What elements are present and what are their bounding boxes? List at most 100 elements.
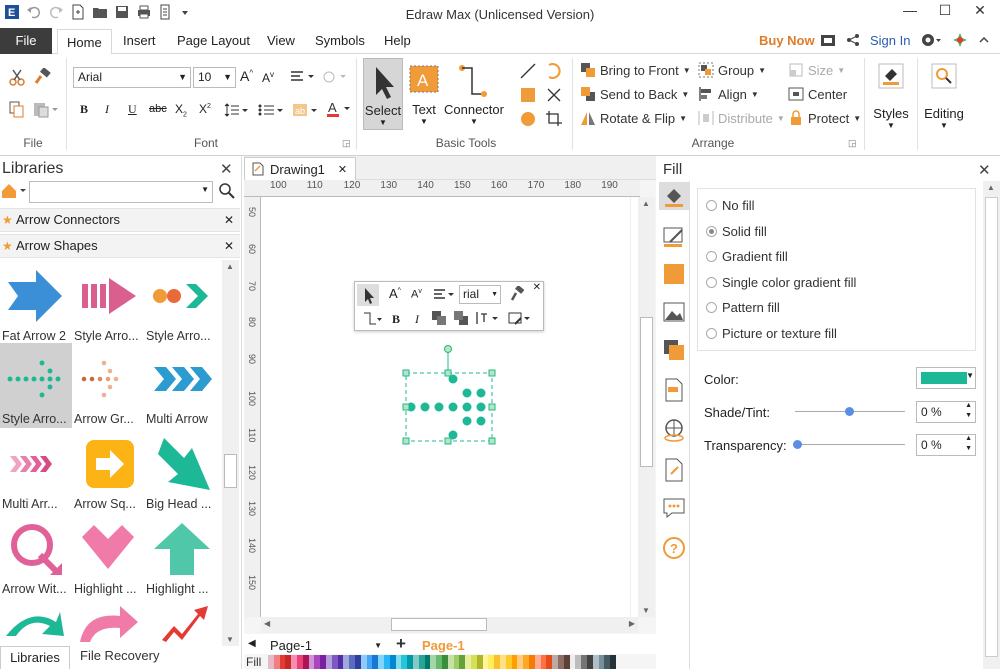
library-search-input[interactable]: ▼	[29, 181, 213, 203]
strikethrough-button[interactable]: abc	[149, 103, 167, 115]
rotate-flip-button[interactable]: Rotate & Flip ▼	[580, 110, 687, 126]
sign-in-link[interactable]: Sign In	[870, 33, 910, 48]
page-tab-page-1[interactable]: Page-1	[422, 638, 465, 653]
format-painter-icon[interactable]	[33, 68, 51, 86]
radio-button[interactable]	[706, 225, 717, 237]
radio-button[interactable]	[706, 200, 717, 211]
color-picker[interactable]: ▼	[916, 367, 976, 389]
tab-symbols[interactable]: Symbols	[308, 28, 372, 54]
share-icon[interactable]	[846, 33, 860, 47]
search-icon[interactable]	[219, 183, 235, 199]
radio-button[interactable]	[706, 302, 717, 313]
line-tab-icon[interactable]	[662, 224, 686, 248]
library-category-arrow-connectors[interactable]: ★ Arrow Connectors ✕	[0, 208, 240, 232]
float-text-position-icon[interactable]	[475, 310, 501, 326]
clear-format-icon[interactable]	[322, 70, 348, 84]
protect-button[interactable]: Protect ▼	[788, 110, 861, 126]
cart-icon[interactable]	[820, 33, 836, 47]
cut-icon[interactable]	[8, 68, 26, 86]
shape-style-arrow-2[interactable]: Style Arro...	[144, 260, 216, 345]
close-libraries-icon[interactable]: ✕	[220, 160, 233, 178]
bold-button[interactable]: B	[80, 102, 88, 117]
hyperlink-tab-icon[interactable]	[662, 418, 686, 442]
float-shrink-font-icon[interactable]: Av	[411, 288, 422, 301]
fill-tab-icon[interactable]	[659, 182, 689, 210]
page-properties-tab-icon[interactable]	[663, 378, 685, 402]
shape-curved-arrow-partial[interactable]	[0, 598, 72, 640]
fill-option-single-color-gradient-fill[interactable]: Single color gradient fill	[706, 275, 856, 290]
help-tab-icon[interactable]: ?	[662, 536, 686, 560]
library-category-arrow-shapes[interactable]: ★ Arrow Shapes ✕	[0, 234, 240, 258]
styles-button[interactable]: Styles ▼	[868, 60, 914, 140]
float-grow-font-icon[interactable]: A^	[389, 286, 401, 301]
shape-highlight-arrow-2[interactable]: Highlight ...	[144, 513, 216, 598]
scroll-up-icon[interactable]: ▲	[987, 183, 995, 192]
tab-insert[interactable]: Insert	[116, 28, 163, 54]
shape-style-arrow-1[interactable]: Style Arro...	[72, 260, 144, 345]
arc-tool-icon[interactable]	[545, 62, 563, 80]
float-format-painter-icon[interactable]	[509, 286, 525, 302]
bullets-icon[interactable]	[258, 102, 284, 118]
shape-arrow-gradient[interactable]: Arrow Gr...	[72, 343, 144, 428]
font-color-icon[interactable]: A	[326, 100, 352, 118]
note-tab-icon[interactable]	[663, 458, 685, 482]
settings-gear-icon[interactable]	[920, 32, 942, 48]
radio-button[interactable]	[706, 251, 717, 262]
radio-button[interactable]	[706, 327, 717, 339]
close-tab-icon[interactable]: ✕	[338, 163, 347, 176]
color-palette[interactable]	[268, 655, 616, 669]
shade-slider-handle[interactable]	[845, 407, 854, 416]
line-tool-icon[interactable]	[519, 62, 537, 80]
comment-tab-icon[interactable]	[662, 496, 686, 520]
shadow-tab-icon[interactable]	[662, 262, 686, 286]
buy-now-link[interactable]: Buy Now	[759, 33, 815, 48]
float-bring-front-icon[interactable]	[431, 310, 447, 326]
size-button[interactable]: Size ▼	[788, 62, 845, 78]
scrollbar-thumb[interactable]	[224, 454, 237, 488]
close-icon[interactable]: ✕	[224, 235, 234, 257]
tab-home[interactable]: Home	[57, 29, 112, 55]
dialog-launcher-icon[interactable]: ◲	[848, 138, 857, 149]
underline-button[interactable]: U	[128, 102, 137, 117]
shape-multi-arrow[interactable]: Multi Arrow	[144, 343, 216, 428]
fill-option-solid-fill[interactable]: Solid fill	[706, 224, 767, 239]
paste-icon[interactable]	[33, 100, 59, 118]
rectangle-tool-icon[interactable]	[519, 86, 537, 104]
highlight-color-icon[interactable]: ab	[292, 102, 318, 118]
subscript-button[interactable]: X2	[175, 102, 187, 118]
ellipse-tool-icon[interactable]	[519, 110, 537, 128]
theme-icon[interactable]	[952, 32, 968, 48]
float-font-select[interactable]: rial ▼	[459, 285, 501, 304]
shape-curved-arrow-partial-2[interactable]	[76, 602, 144, 642]
group-button[interactable]: Group ▼	[698, 62, 766, 78]
fill-option-pattern-fill[interactable]: Pattern fill	[706, 300, 780, 315]
spinner-icon[interactable]: ▲ ▼	[965, 434, 972, 454]
text-tool-button[interactable]: A Text ▼	[406, 58, 442, 130]
distribute-button[interactable]: Distribute ▼	[698, 110, 785, 126]
close-icon[interactable]: ✕	[224, 209, 234, 231]
selected-dotted-arrow-shape[interactable]	[398, 341, 498, 447]
tab-view[interactable]: View	[260, 28, 302, 54]
send-to-back-button[interactable]: Send to Back ▼	[580, 86, 689, 102]
bring-to-front-button[interactable]: Bring to Front ▼	[580, 62, 691, 78]
scrollbar-thumb[interactable]	[985, 197, 998, 657]
fill-option-gradient-fill[interactable]: Gradient fill	[706, 249, 788, 264]
image-tab-icon[interactable]	[662, 300, 686, 324]
align-button[interactable]: Align ▼	[698, 86, 759, 102]
shape-arrow-square[interactable]: Arrow Sq...	[72, 428, 144, 513]
shape-multi-arrow-2[interactable]: Multi Arr...	[0, 428, 72, 513]
page-select[interactable]: Page-1 ▼	[262, 637, 384, 654]
editing-button[interactable]: Editing ▼	[920, 60, 968, 140]
shade-tint-input[interactable]: 0 % ▲ ▼	[916, 401, 976, 423]
copy-icon[interactable]	[8, 100, 26, 118]
file-menu-button[interactable]: File	[0, 28, 52, 54]
dialog-launcher-icon[interactable]: ◲	[342, 138, 351, 149]
tab-page-layout[interactable]: Page Layout	[170, 28, 257, 54]
maximize-button[interactable]: ☐	[930, 2, 960, 22]
minimize-button[interactable]: —	[895, 2, 925, 22]
scroll-down-icon[interactable]: ▼	[226, 635, 234, 644]
scroll-up-icon[interactable]: ▲	[642, 199, 650, 208]
shrink-font-icon[interactable]: Av	[262, 70, 274, 85]
float-select-icon[interactable]	[357, 284, 379, 306]
close-button[interactable]: ✕	[965, 2, 995, 22]
